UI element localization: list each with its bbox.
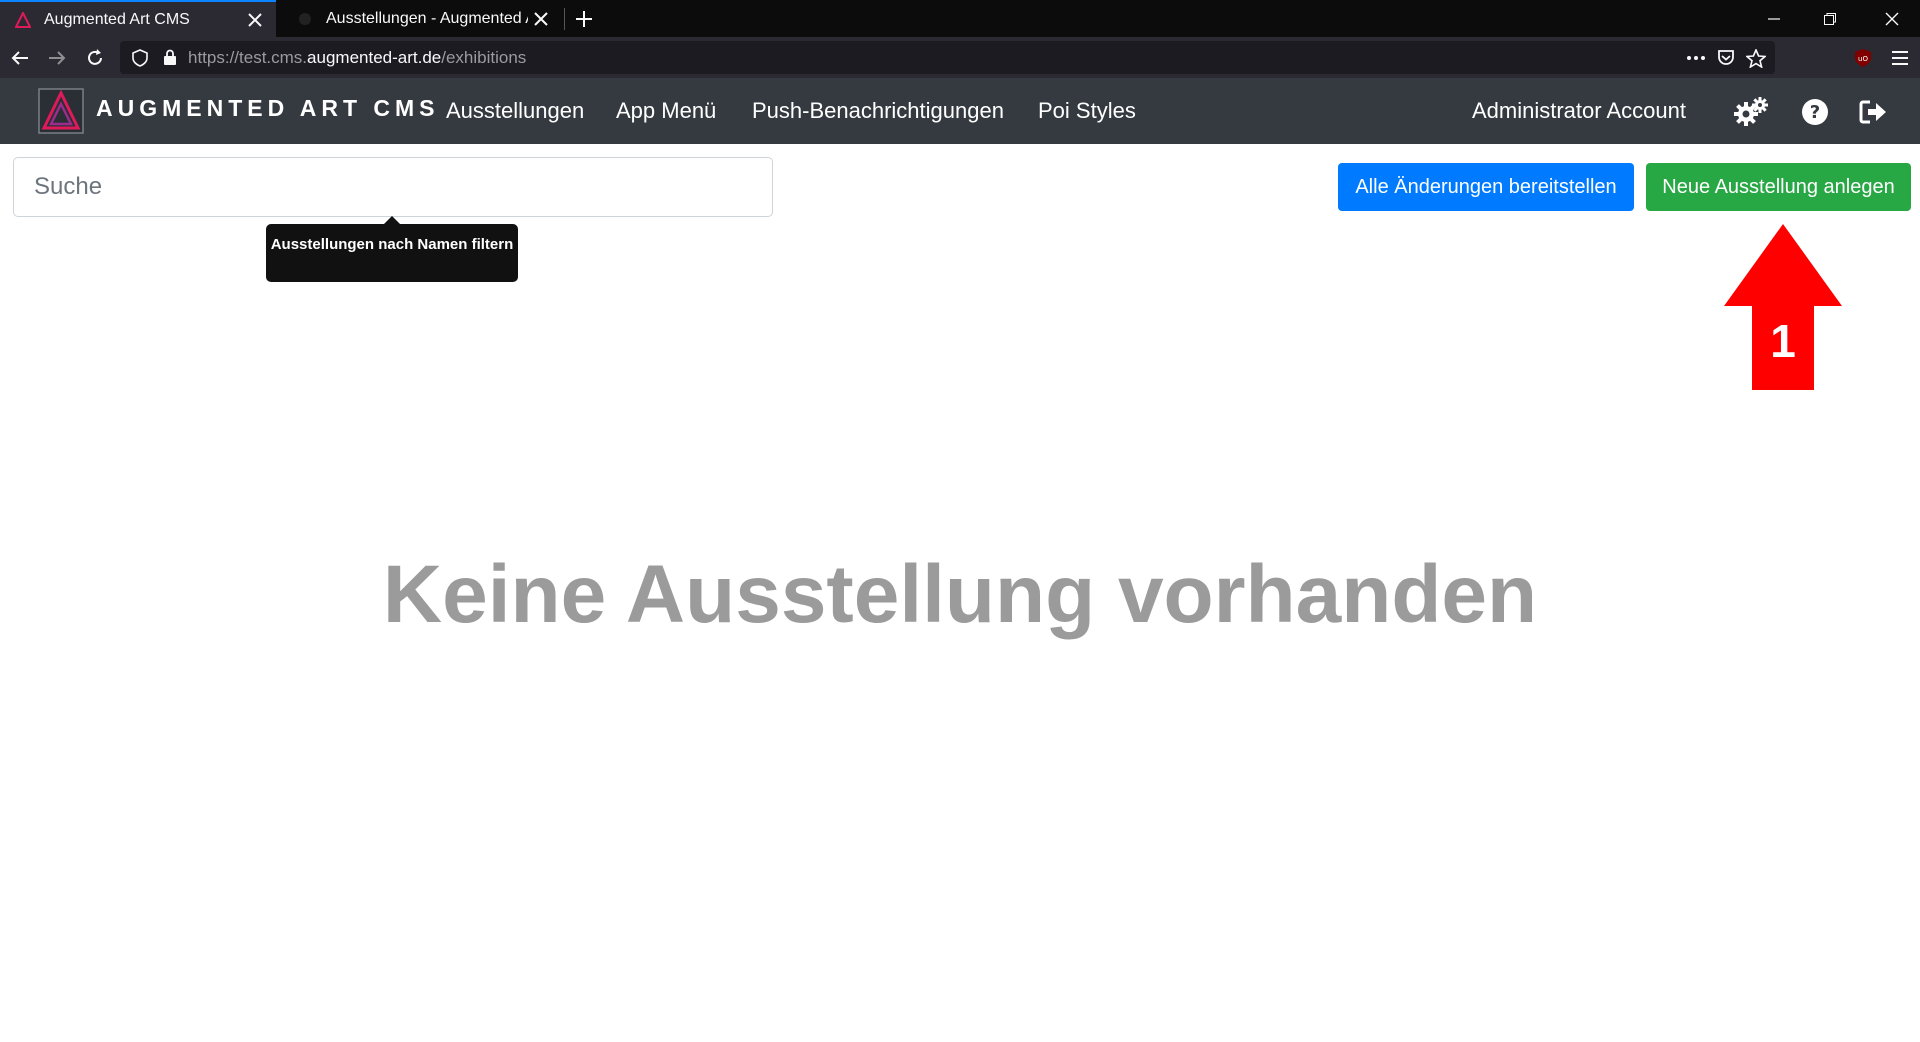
- svg-text:uO: uO: [1858, 55, 1868, 63]
- reload-icon[interactable]: [80, 43, 110, 73]
- forward-icon[interactable]: [42, 43, 72, 73]
- shield-icon[interactable]: [130, 48, 150, 67]
- browser-tab-strip: Augmented Art CMS Ausstellungen - Augmen…: [0, 0, 1920, 37]
- new-tab-icon[interactable]: [570, 5, 598, 33]
- app-logo-icon: [14, 11, 32, 29]
- back-icon[interactable]: [5, 43, 35, 73]
- tab-title: Ausstellungen - Augmented Art: [326, 9, 528, 27]
- new-exhibition-button[interactable]: Neue Ausstellung anlegen: [1646, 163, 1911, 211]
- url-host: augmented-art.de: [307, 47, 442, 67]
- annotation-label: 1: [1770, 315, 1796, 367]
- annotation-arrow: 1: [1722, 222, 1844, 392]
- url-text[interactable]: https://test.cms.augmented-art.de/exhibi…: [188, 48, 526, 68]
- url-path: /exhibitions: [441, 47, 527, 67]
- empty-state-message: Keine Ausstellung vorhanden: [382, 549, 1538, 640]
- restore-icon[interactable]: [1802, 0, 1858, 37]
- lock-icon[interactable]: [160, 49, 180, 66]
- url-prefix: https://test.cms.: [188, 47, 308, 67]
- help-icon[interactable]: ?: [1798, 95, 1832, 129]
- nav-link-poi-styles[interactable]: Poi Styles: [1038, 98, 1136, 124]
- menu-icon[interactable]: [1885, 43, 1915, 73]
- more-icon[interactable]: [1681, 43, 1711, 73]
- settings-gears-icon[interactable]: [1734, 95, 1768, 129]
- browser-toolbar: https://test.cms.augmented-art.de/exhibi…: [0, 37, 1920, 78]
- logout-icon[interactable]: [1856, 95, 1890, 129]
- ublock-icon[interactable]: uO: [1848, 43, 1878, 73]
- close-window-icon[interactable]: [1864, 0, 1920, 37]
- close-icon[interactable]: [528, 6, 554, 32]
- account-link[interactable]: Administrator Account: [1472, 98, 1686, 124]
- browser-tab[interactable]: Ausstellungen - Augmented Art: [282, 0, 562, 37]
- app-logo-icon: [296, 10, 314, 28]
- svg-text:?: ?: [1810, 102, 1820, 123]
- search-input[interactable]: [13, 157, 773, 217]
- close-icon[interactable]: [242, 7, 268, 33]
- browser-tab-active[interactable]: Augmented Art CMS: [0, 0, 276, 37]
- search-tooltip: Ausstellungen nach Namen filtern: [266, 216, 518, 282]
- tab-separator: [564, 8, 565, 30]
- url-bar[interactable]: https://test.cms.augmented-art.de/exhibi…: [120, 41, 1775, 74]
- minimize-icon[interactable]: [1746, 0, 1802, 37]
- bookmark-star-icon[interactable]: [1741, 43, 1771, 73]
- app-navbar: AUGMENTED ART CMS Ausstellungen App Menü…: [0, 78, 1920, 144]
- brand-title[interactable]: AUGMENTED ART CMS: [96, 95, 440, 122]
- nav-link-ausstellungen[interactable]: Ausstellungen: [446, 98, 584, 124]
- nav-link-push-notifications[interactable]: Push-Benachrichtigungen: [752, 98, 1004, 124]
- nav-link-app-menu[interactable]: App Menü: [616, 98, 716, 124]
- app-logo-icon[interactable]: [38, 88, 84, 134]
- pocket-icon[interactable]: [1711, 43, 1741, 73]
- tab-title: Augmented Art CMS: [44, 10, 190, 28]
- url-actions: [1681, 43, 1771, 73]
- deploy-all-button[interactable]: Alle Änderungen bereitstellen: [1338, 163, 1634, 211]
